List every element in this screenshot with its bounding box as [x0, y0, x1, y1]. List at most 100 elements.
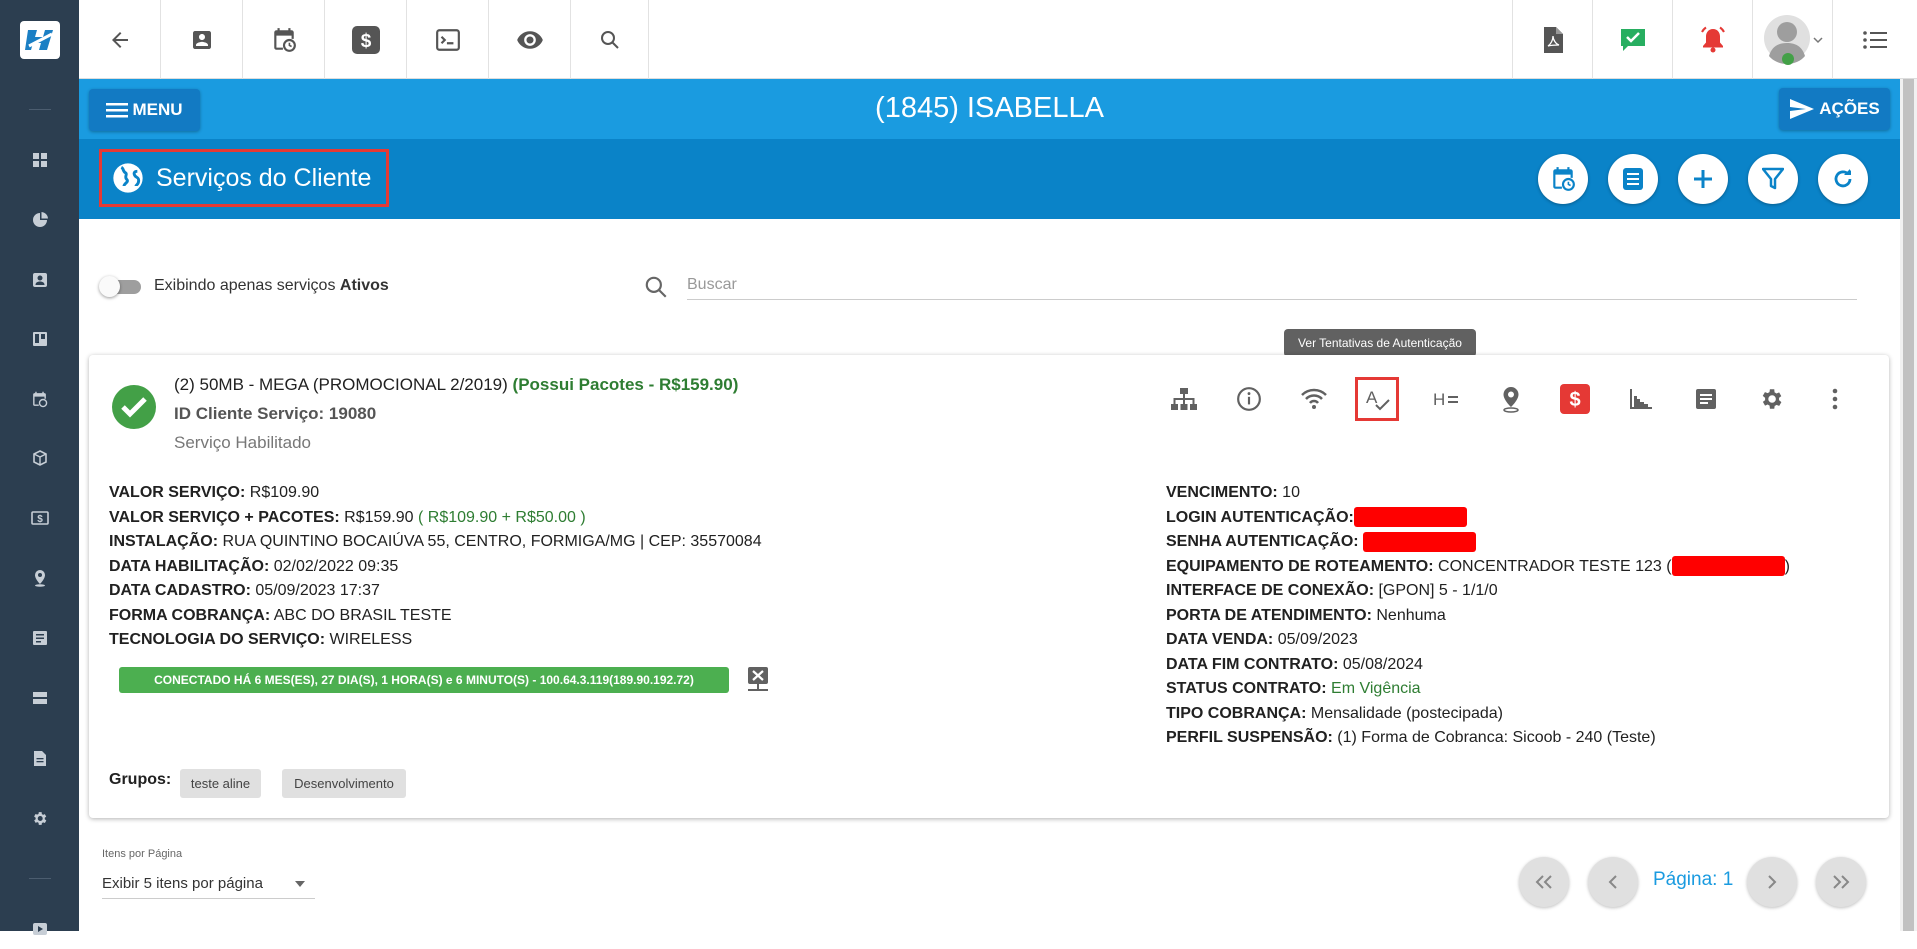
options-list-button[interactable] — [1832, 0, 1917, 79]
svg-text:$: $ — [37, 514, 43, 525]
more-options-button[interactable] — [1813, 377, 1857, 421]
text-format-icon: H — [1432, 389, 1460, 409]
sidebar-item-settings[interactable] — [0, 798, 79, 838]
field-label: VALOR SERVIÇO: — [109, 484, 246, 501]
back-button[interactable] — [79, 0, 161, 79]
top-toolbar: $ — [0, 0, 1917, 79]
field-value: 05/09/2023 17:37 — [255, 582, 380, 599]
sidebar-item-inventory[interactable] — [0, 438, 79, 478]
field-interface: INTERFACE DE CONEXÃO: [GPON] 5 - 1/1/0 — [1166, 579, 1790, 604]
items-per-page-select[interactable]: Exibir 5 itens por página — [102, 869, 315, 899]
actions-label: AÇÕES — [1819, 99, 1880, 118]
schedule-round-button[interactable] — [1538, 154, 1588, 204]
sidebar-item-documents[interactable] — [0, 618, 79, 658]
traffic-chart-button[interactable] — [1619, 377, 1663, 421]
terminal-button[interactable] — [407, 0, 489, 79]
field-label: FORMA COBRANÇA: — [109, 606, 271, 624]
field-label: LOGIN AUTENTICAÇÃO: — [1166, 508, 1354, 526]
items-per-page-label: Itens por Página — [102, 848, 183, 860]
app-logo[interactable] — [0, 0, 79, 79]
chevron-down-icon — [1812, 35, 1823, 45]
search-input[interactable] — [687, 270, 1857, 300]
group-chip[interactable]: Desenvolvimento — [282, 769, 406, 798]
field-label: DATA HABILITAÇÃO: — [109, 557, 270, 575]
document-list-icon — [32, 630, 48, 646]
sidebar-item-map[interactable] — [0, 558, 79, 598]
notes-icon — [1621, 166, 1645, 192]
field-value: Nenhuma — [1376, 606, 1446, 624]
field-data-habilitacao: DATA HABILITAÇÃO: 02/02/2022 09:35 — [109, 555, 762, 580]
notes-button[interactable] — [1684, 377, 1728, 421]
active-services-toggle[interactable] — [99, 276, 143, 297]
auth-attempts-button[interactable]: A — [1355, 377, 1399, 421]
sidebar-item-dashboard[interactable] — [0, 140, 79, 180]
field-label: INSTALAÇÃO: — [109, 533, 219, 550]
refresh-icon — [1831, 167, 1855, 191]
scrollbar-thumb[interactable] — [1903, 79, 1914, 931]
double-chevron-right-icon — [1831, 874, 1851, 890]
sidebar-divider — [29, 878, 51, 879]
page-scrollbar[interactable] — [1900, 79, 1917, 931]
filter-round-button[interactable] — [1748, 154, 1798, 204]
field-value: Em Vigência — [1331, 680, 1421, 697]
field-value: Mensalidade (postecipada) — [1310, 704, 1504, 722]
client-card-button[interactable] — [161, 0, 243, 79]
next-page-button[interactable] — [1747, 857, 1797, 907]
view-button[interactable] — [489, 0, 571, 79]
field-value-close: ) — [1784, 557, 1790, 575]
contact-card-icon — [190, 28, 214, 52]
sidebar-item-reports[interactable] — [0, 200, 79, 240]
field-tipo-cobranca: TIPO COBRANÇA: Mensalidade (postecipada) — [1166, 702, 1790, 727]
field-label: TIPO COBRANÇA: — [1166, 704, 1307, 722]
alerts-button[interactable] — [1672, 0, 1752, 79]
field-label: VENCIMENTO: — [1166, 484, 1278, 501]
sidebar-item-servers[interactable] — [0, 678, 79, 718]
last-page-button[interactable] — [1816, 857, 1866, 907]
first-page-button[interactable] — [1519, 857, 1569, 907]
sidebar-item-board[interactable] — [0, 319, 79, 359]
sidebar-item-video[interactable] — [0, 909, 79, 949]
plan-name-text: (2) 50MB - MEGA (PROMOCIONAL 2/2019) — [174, 375, 508, 394]
add-round-button[interactable] — [1678, 154, 1728, 204]
settings-button[interactable] — [1749, 377, 1793, 421]
schedule-button[interactable] — [243, 0, 325, 79]
location-button[interactable] — [1489, 377, 1533, 421]
sidebar-item-finance[interactable]: $ — [0, 498, 79, 538]
field-data-venda: DATA VENDA: 05/09/2023 — [1166, 628, 1790, 653]
field-value: RUA QUINTINO BOCAIÚVA 55, CENTRO, FORMIG… — [222, 533, 762, 550]
disconnect-button[interactable] — [746, 666, 770, 694]
actions-button[interactable]: AÇÕES — [1779, 88, 1890, 130]
billing-button[interactable]: $ — [1560, 384, 1590, 414]
contact-card-icon — [32, 272, 48, 288]
send-icon — [1789, 98, 1815, 120]
wifi-button[interactable] — [1292, 377, 1336, 421]
refresh-round-button[interactable] — [1818, 154, 1868, 204]
user-menu[interactable] — [1752, 0, 1832, 79]
notes-round-button[interactable] — [1608, 154, 1658, 204]
alarm-bell-icon — [1698, 26, 1728, 54]
network-topology-button[interactable] — [1162, 377, 1206, 421]
sidebar-item-clients[interactable] — [0, 260, 79, 300]
current-page-label: Página: 1 — [1653, 869, 1734, 890]
back-arrow-icon — [108, 28, 132, 52]
info-button[interactable] — [1227, 377, 1271, 421]
calendar-clock-icon — [1550, 166, 1576, 192]
auth-attempts-tooltip: Ver Tentativas de Autenticação — [1284, 329, 1476, 357]
previous-page-button[interactable] — [1588, 857, 1638, 907]
pdf-button[interactable] — [1512, 0, 1592, 79]
dollar-icon: $ — [1566, 388, 1584, 410]
sidebar-item-schedule[interactable] — [0, 379, 79, 419]
field-data-fim-contrato: DATA FIM CONTRATO: 05/08/2024 — [1166, 653, 1790, 678]
field-extra: ( R$109.90 + R$50.00 ) — [418, 508, 586, 526]
group-chip[interactable]: teste aline — [180, 769, 261, 798]
field-value: (1) Forma de Cobranca: Sicoob - 240 (Tes… — [1337, 729, 1656, 746]
toggle-knob — [99, 276, 120, 297]
global-search-button[interactable] — [571, 0, 649, 79]
line-height-button[interactable]: H — [1424, 377, 1468, 421]
sidebar-item-files[interactable] — [0, 738, 79, 778]
field-value: WIRELESS — [329, 631, 413, 648]
messages-button[interactable] — [1592, 0, 1672, 79]
finance-button[interactable]: $ — [325, 0, 407, 79]
user-avatar — [1763, 14, 1811, 66]
server-icon — [32, 690, 48, 706]
